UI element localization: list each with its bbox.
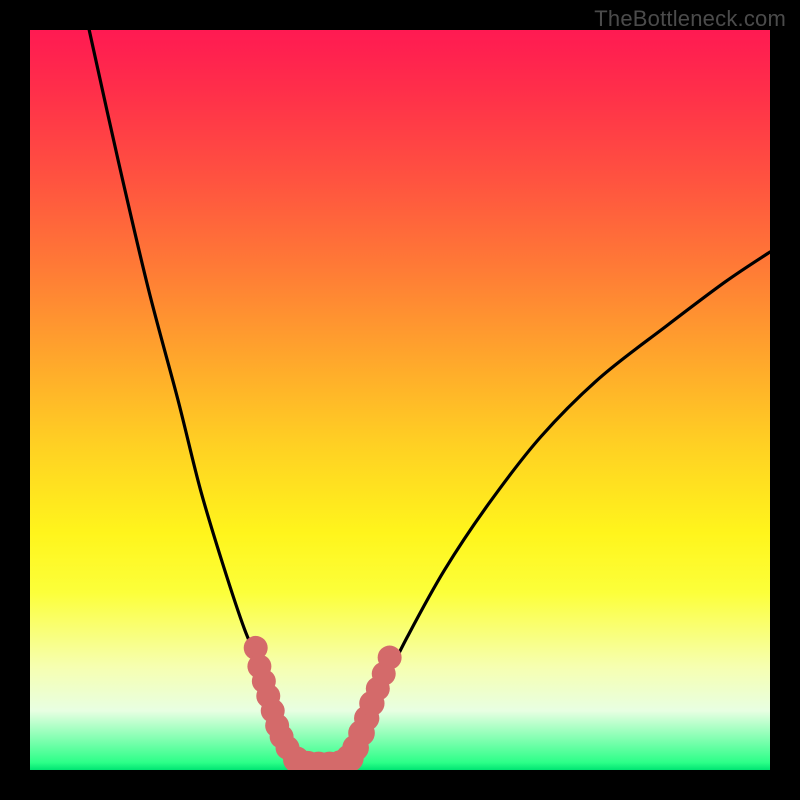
chart-frame: TheBottleneck.com bbox=[0, 0, 800, 800]
watermark-text: TheBottleneck.com bbox=[594, 6, 786, 32]
valley-markers bbox=[244, 636, 402, 770]
right-curve bbox=[341, 252, 770, 770]
valley-marker bbox=[378, 646, 402, 670]
left-curve bbox=[89, 30, 307, 770]
curve-svg bbox=[30, 30, 770, 770]
plot-area bbox=[30, 30, 770, 770]
